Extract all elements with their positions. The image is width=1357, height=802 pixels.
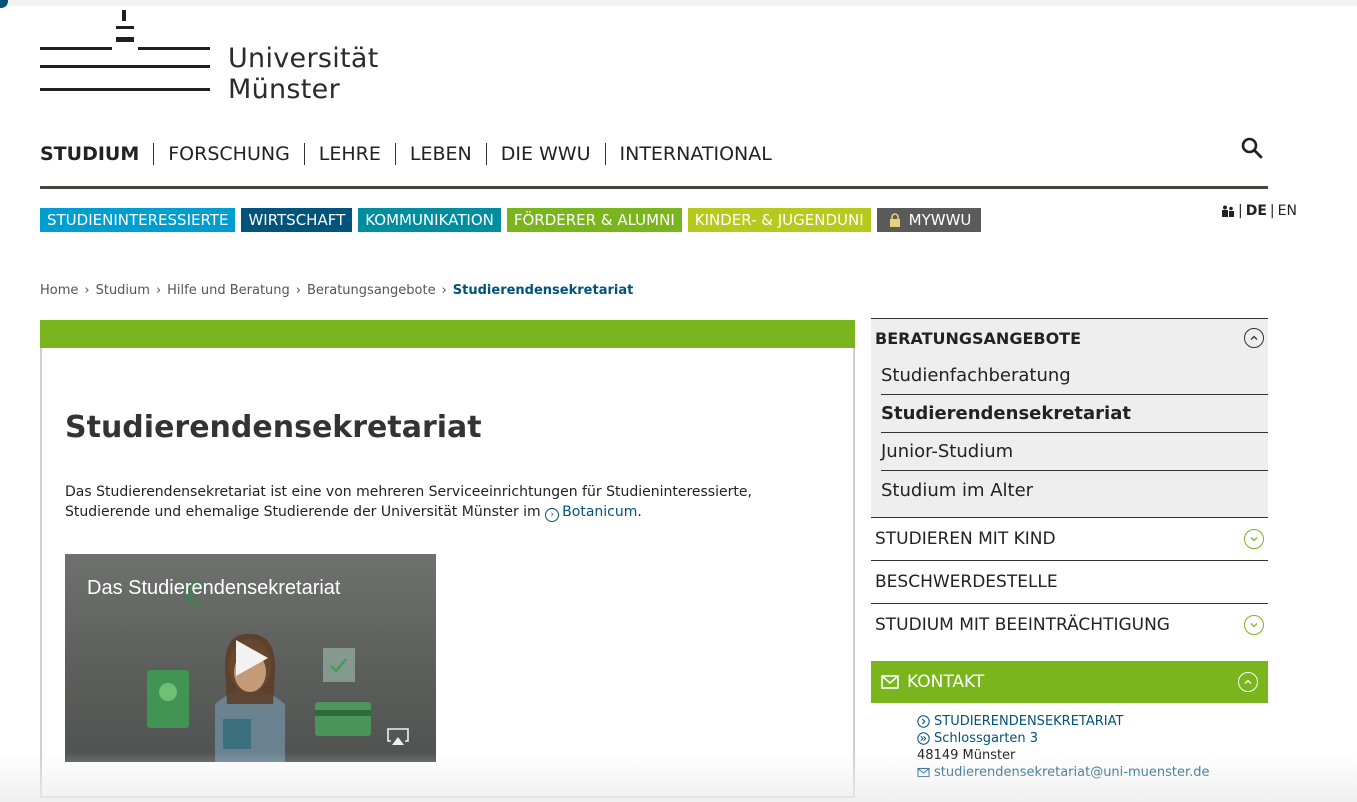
logo-mark-bar bbox=[116, 37, 134, 42]
breadcrumb-home[interactable]: Home bbox=[40, 283, 78, 298]
lang-en[interactable]: EN bbox=[1278, 203, 1297, 219]
logo-text-line2: Münster bbox=[228, 74, 340, 105]
tab-kommunikation[interactable]: KOMMUNIKATION bbox=[358, 208, 501, 232]
contact-address-link[interactable]: Schlossgarten 3 bbox=[917, 730, 1268, 747]
nav-item-studium[interactable]: STUDIUM bbox=[40, 143, 153, 165]
sidebar-item-studieren-mit-kind[interactable]: STUDIEREN MIT KIND bbox=[871, 517, 1268, 560]
tab-foerderer-alumni[interactable]: FÖRDERER & ALUMNI bbox=[506, 208, 682, 232]
breadcrumb-separator: › bbox=[441, 283, 447, 298]
mail-icon bbox=[881, 675, 899, 689]
sidebar-section-beratungsangebote: BERATUNGSANGEBOTE Studienfachberatung St… bbox=[871, 318, 1268, 517]
lang-de[interactable]: DE bbox=[1246, 203, 1267, 219]
chevron-right-circle-icon bbox=[917, 715, 930, 728]
target-group-navigation: STUDIENINTERESSIERTE WIRTSCHAFT KOMMUNIK… bbox=[40, 208, 987, 232]
chevron-up-icon[interactable] bbox=[1244, 328, 1264, 348]
lang-separator: | bbox=[1269, 203, 1275, 219]
contact-name: STUDIERENDENSEKRETARIAT bbox=[934, 714, 1124, 729]
breadcrumb-beratungsangebote[interactable]: Beratungsangebote bbox=[307, 283, 436, 298]
breadcrumb-separator: › bbox=[295, 283, 301, 298]
logo-text-line1: Universität bbox=[228, 43, 379, 74]
contact-email: studierendensekretariat@uni-muenster.de bbox=[934, 765, 1210, 780]
chevron-down-icon[interactable] bbox=[1244, 529, 1264, 549]
sidebar-item-studienfachberatung[interactable]: Studienfachberatung bbox=[881, 357, 1268, 395]
sidebar-item-junior-studium[interactable]: Junior-Studium bbox=[881, 433, 1268, 471]
contact-email-link[interactable]: studierendensekretariat@uni-muenster.de bbox=[917, 764, 1268, 781]
contact-details: STUDIERENDENSEKRETARIAT Schlossgarten 3 … bbox=[871, 703, 1268, 781]
logo-mark-bar bbox=[40, 47, 112, 50]
lock-icon bbox=[889, 213, 900, 227]
logo-mark-tick bbox=[122, 10, 126, 21]
logo-mark-bar bbox=[40, 88, 210, 91]
language-switch: | DE | EN bbox=[1221, 203, 1297, 219]
breadcrumb-current: Studierendensekretariat bbox=[452, 283, 634, 298]
corner-indicator bbox=[0, 0, 8, 8]
logo-mark-bar bbox=[40, 65, 210, 68]
sidebar-item-studium-im-alter[interactable]: Studium im Alter bbox=[881, 471, 1268, 517]
nav-item-die-wwu[interactable]: DIE WWU bbox=[485, 143, 605, 165]
sidebar-section-title: BERATUNGSANGEBOTE bbox=[875, 328, 1082, 348]
kontakt-header[interactable]: KONTAKT bbox=[871, 661, 1268, 703]
sidebar-row-label: STUDIEREN MIT KIND bbox=[875, 529, 1056, 549]
botanicum-link[interactable]: Botanicum bbox=[562, 504, 637, 520]
breadcrumb-separator: › bbox=[155, 283, 162, 298]
search-icon[interactable] bbox=[1240, 136, 1264, 160]
sidebar-row-label: STUDIUM MIT BEEINTRÄCHTIGUNG bbox=[875, 615, 1170, 635]
breadcrumb: Home › Studium › Hilfe und Beratung › Beratung… bbox=[40, 283, 633, 298]
sidebar-item-studierendensekretariat[interactable]: Studierendensekretariat bbox=[881, 395, 1268, 433]
chevron-up-icon[interactable] bbox=[1238, 672, 1258, 692]
accessibility-icon[interactable] bbox=[1221, 205, 1235, 217]
kontakt-label: KONTAKT bbox=[907, 672, 985, 692]
nav-item-forschung[interactable]: FORSCHUNG bbox=[153, 143, 304, 165]
tab-studieninteressierte[interactable]: STUDIENINTERESSIERTE bbox=[40, 208, 236, 232]
double-chevron-circle-icon bbox=[917, 732, 930, 745]
chevron-right-icon: › bbox=[545, 508, 560, 522]
university-logo[interactable]: Universität Münster bbox=[40, 10, 400, 105]
content-card-header-band bbox=[40, 320, 855, 348]
nav-item-leben[interactable]: LEBEN bbox=[394, 143, 486, 165]
breadcrumb-hilfe-und-beratung[interactable]: Hilfe und Beratung bbox=[167, 283, 290, 298]
contact-name-link[interactable]: STUDIERENDENSEKRETARIAT bbox=[917, 713, 1268, 730]
play-icon[interactable] bbox=[236, 640, 268, 676]
breadcrumb-studium[interactable]: Studium bbox=[96, 283, 150, 298]
sidebar-item-beschwerdestelle[interactable]: BESCHWERDESTELLE bbox=[871, 560, 1268, 603]
breadcrumb-separator: › bbox=[84, 283, 90, 298]
sidebar-item-studium-mit-beeintraechtigung[interactable]: STUDIUM MIT BEEINTRÄCHTIGUNG bbox=[871, 603, 1268, 646]
nav-divider bbox=[40, 186, 1268, 189]
tab-mywwu-label: MYWWU bbox=[908, 211, 972, 229]
mail-icon bbox=[917, 767, 930, 778]
logo-mark-bar bbox=[138, 47, 210, 50]
contact-city: 48149 Münster bbox=[917, 748, 1016, 763]
main-navigation: STUDIUM FORSCHUNG LEHRE LEBEN DIE WWU IN… bbox=[40, 141, 786, 167]
intro-end: . bbox=[637, 504, 642, 520]
page-title: Studierendensekretariat bbox=[65, 410, 482, 445]
contact-street: Schlossgarten 3 bbox=[934, 731, 1039, 746]
browser-top-strip bbox=[0, 0, 1357, 6]
chevron-down-icon[interactable] bbox=[1244, 615, 1264, 635]
tab-wirtschaft[interactable]: WIRTSCHAFT bbox=[241, 208, 353, 232]
video-player[interactable]: € Das Studierendensekretariat bbox=[65, 554, 436, 762]
tab-mywwu[interactable]: MYWWU bbox=[876, 208, 982, 232]
airplay-icon[interactable] bbox=[387, 728, 409, 746]
tab-kinder-jugenduni[interactable]: KINDER- & JUGENDUNI bbox=[687, 208, 871, 232]
nav-item-international[interactable]: INTERNATIONAL bbox=[604, 143, 786, 165]
sidebar-row-label: BESCHWERDESTELLE bbox=[875, 572, 1058, 592]
lang-separator: | bbox=[1238, 203, 1243, 219]
intro-text: Das Studierendensekretariat ist eine von… bbox=[65, 484, 752, 520]
sidebar-section-header[interactable]: BERATUNGSANGEBOTE bbox=[871, 319, 1268, 357]
sidebar-navigation: BERATUNGSANGEBOTE Studienfachberatung St… bbox=[871, 318, 1268, 781]
logo-mark-bar bbox=[116, 26, 134, 29]
intro-paragraph: Das Studierendensekretariat ist eine von… bbox=[65, 482, 825, 522]
nav-item-lehre[interactable]: LEHRE bbox=[303, 143, 395, 165]
video-title: Das Studierendensekretariat bbox=[87, 577, 341, 599]
